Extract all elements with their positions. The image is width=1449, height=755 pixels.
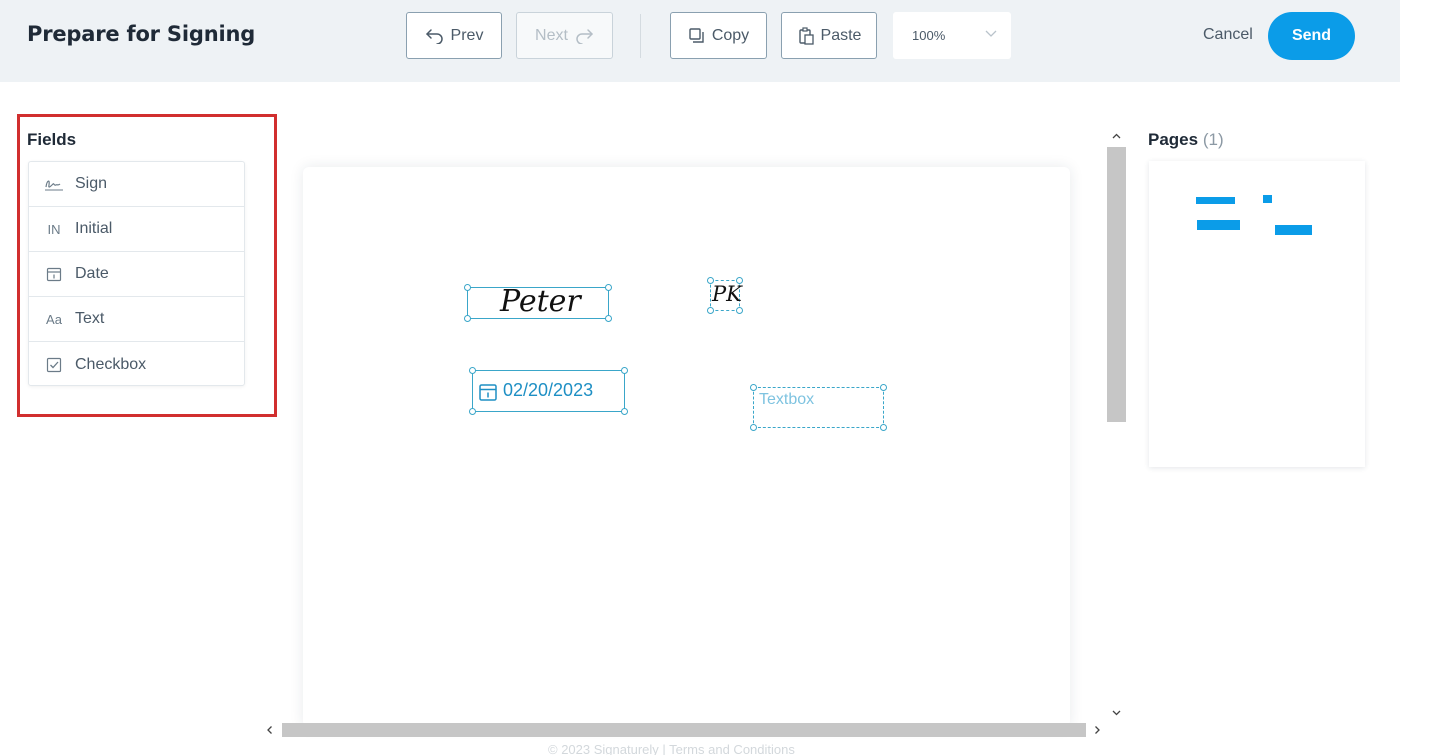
calendar-icon <box>44 266 64 282</box>
copy-label: Copy <box>711 26 750 44</box>
zoom-value: 100% <box>912 28 946 43</box>
cancel-button[interactable]: Cancel <box>1203 26 1253 44</box>
send-button[interactable]: Send <box>1268 12 1355 60</box>
resize-handle[interactable] <box>605 284 612 291</box>
resize-handle[interactable] <box>469 367 476 374</box>
textbox-field[interactable]: Textbox <box>750 384 887 431</box>
resize-handle[interactable] <box>750 384 757 391</box>
field-item-label: Text <box>75 310 105 327</box>
prev-label: Prev <box>450 26 484 44</box>
scroll-up-icon[interactable] <box>1111 131 1122 142</box>
toolbar: Prepare for Signing Prev Next Copy Paste… <box>0 0 1400 82</box>
fields-list: Sign IN Initial Date Aa Text Checkbox <box>28 161 245 386</box>
field-item-checkbox[interactable]: Checkbox <box>29 342 244 387</box>
resize-handle[interactable] <box>707 307 714 314</box>
prev-button[interactable]: Prev <box>406 12 502 59</box>
initials-field[interactable]: PK <box>707 277 743 314</box>
signature-icon <box>44 177 64 191</box>
scroll-right-icon[interactable] <box>1092 725 1102 735</box>
zoom-select[interactable]: 100% <box>893 12 1011 59</box>
date-value: 02/20/2023 <box>503 380 594 400</box>
scroll-left-icon[interactable] <box>265 725 275 735</box>
paste-label: Paste <box>820 26 862 44</box>
scrollbar-thumb[interactable] <box>282 723 1086 737</box>
text-icon: Aa <box>46 311 62 327</box>
field-item-sign[interactable]: Sign <box>29 162 244 207</box>
date-field[interactable]: 02/20/2023 <box>469 367 628 415</box>
next-label: Next <box>535 26 568 44</box>
vertical-scrollbar[interactable] <box>1107 127 1126 722</box>
app-window: Prepare for Signing Prev Next Copy Paste… <box>0 0 1400 738</box>
initials-value: PK <box>712 282 742 306</box>
thumb-field-marker <box>1197 220 1240 230</box>
resize-handle[interactable] <box>880 384 887 391</box>
page-title: Prepare for Signing <box>27 22 256 46</box>
signature-value: Peter <box>500 284 581 319</box>
resize-handle[interactable] <box>736 277 743 284</box>
resize-handle[interactable] <box>621 367 628 374</box>
copy-icon <box>689 27 704 43</box>
checkbox-icon <box>44 357 64 373</box>
field-item-label: Checkbox <box>75 355 147 373</box>
calendar-icon <box>479 384 497 401</box>
thumb-field-marker <box>1275 225 1312 235</box>
thumb-field-marker <box>1263 195 1272 203</box>
copy-button[interactable]: Copy <box>670 12 767 59</box>
next-button[interactable]: Next <box>516 12 613 59</box>
chevron-down-icon <box>985 30 997 37</box>
resize-handle[interactable] <box>621 408 628 415</box>
paste-button[interactable]: Paste <box>781 12 877 59</box>
document-page[interactable]: Peter PK 02/20/2023 Textbox <box>303 167 1070 727</box>
field-item-text[interactable]: Aa Text <box>29 297 244 342</box>
redo-arrow-icon <box>576 28 593 44</box>
horizontal-scrollbar[interactable] <box>262 722 1107 738</box>
pages-count: (1) <box>1202 130 1224 149</box>
resize-handle[interactable] <box>464 284 471 291</box>
resize-handle[interactable] <box>605 315 612 322</box>
resize-handle[interactable] <box>736 307 743 314</box>
field-item-initial[interactable]: IN Initial <box>29 207 244 252</box>
resize-handle[interactable] <box>707 277 714 284</box>
signature-field[interactable]: Peter <box>464 284 612 322</box>
field-item-date[interactable]: Date <box>29 252 244 297</box>
field-item-label: Date <box>75 265 109 282</box>
clipboard-icon <box>798 26 814 45</box>
fields-title: Fields <box>27 130 77 149</box>
undo-arrow-icon <box>425 28 443 44</box>
toolbar-divider <box>640 14 641 58</box>
field-item-label: Initial <box>75 220 113 237</box>
page-thumbnail[interactable] <box>1149 161 1365 467</box>
pages-title: Pages (1) <box>1148 130 1224 150</box>
thumb-field-marker <box>1196 197 1235 204</box>
pages-title-label: Pages <box>1148 130 1199 149</box>
resize-handle[interactable] <box>750 424 757 431</box>
scroll-down-icon[interactable] <box>1111 707 1122 718</box>
resize-handle[interactable] <box>880 424 887 431</box>
resize-handle[interactable] <box>464 315 471 322</box>
textbox-placeholder: Textbox <box>759 391 815 408</box>
footer-text: © 2023 Signaturely | Terms and Condition… <box>548 742 795 755</box>
initial-icon: IN <box>47 221 61 237</box>
scrollbar-thumb[interactable] <box>1107 147 1126 422</box>
resize-handle[interactable] <box>469 408 476 415</box>
field-item-label: Sign <box>75 175 108 192</box>
